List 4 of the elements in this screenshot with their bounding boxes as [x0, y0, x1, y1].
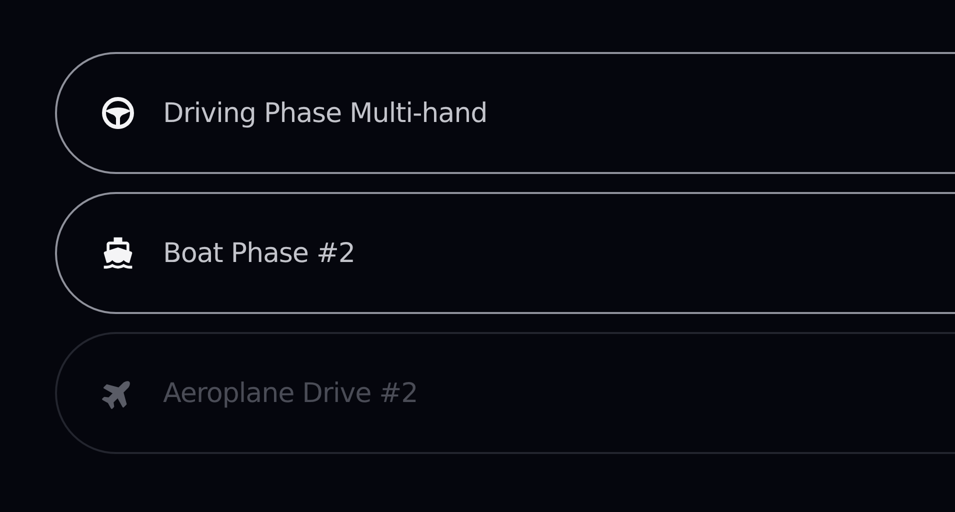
steering-wheel-icon: [101, 96, 135, 130]
list-item[interactable]: Driving Phase Multi-hand: [55, 52, 955, 174]
boat-icon: [101, 235, 135, 271]
list-item[interactable]: Boat Phase #2: [55, 192, 955, 314]
